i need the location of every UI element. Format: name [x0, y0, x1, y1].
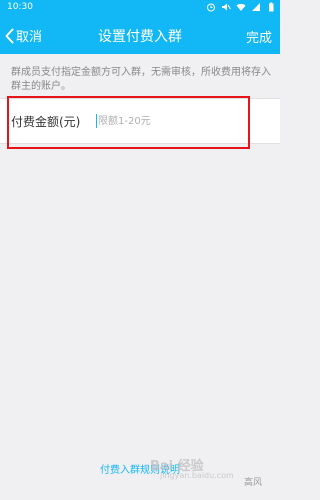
battery-icon — [269, 2, 274, 12]
page-title: 设置付费入群 — [98, 29, 182, 45]
watermark-author: 高风 — [244, 478, 263, 488]
alarm-icon — [207, 3, 215, 12]
amount-label: 付费金额(元) — [11, 115, 81, 129]
status-time: 10:30 — [7, 2, 33, 12]
title-bar: 取消 设置付费入群 完成 — [0, 16, 280, 54]
signal-icon — [252, 3, 260, 11]
wifi-icon — [236, 3, 246, 11]
amount-input[interactable] — [98, 111, 258, 131]
watermark-url: jingyan.baidu.com — [160, 471, 234, 480]
mute-icon — [222, 3, 231, 11]
text-cursor — [96, 114, 97, 128]
rules-link[interactable]: 付费入群规则说明 — [0, 461, 280, 476]
status-icons — [206, 2, 276, 12]
status-bar: 10:30 — [0, 0, 280, 16]
done-button[interactable]: 完成 — [246, 27, 272, 46]
description-text: 群成员支付指定金额方可入群，无需审核，所收费用将存入群主的账户。 — [11, 67, 271, 92]
amount-row: 付费金额(元) — [0, 98, 280, 144]
